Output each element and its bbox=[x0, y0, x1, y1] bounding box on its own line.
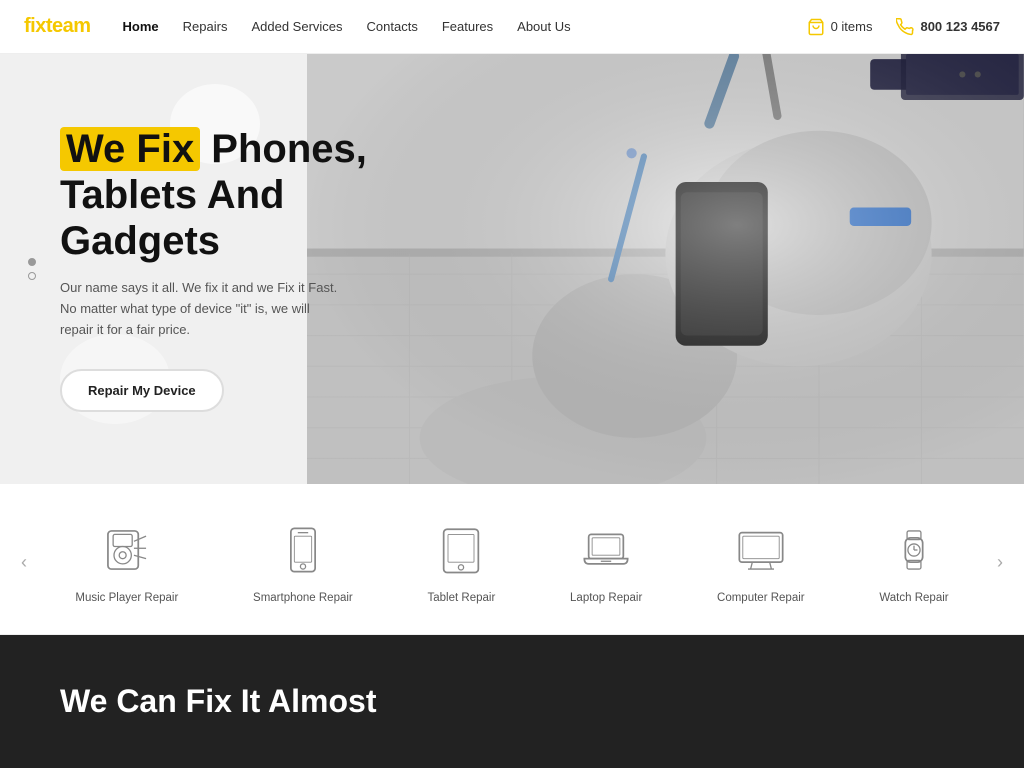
music-player-svg bbox=[101, 524, 153, 576]
nav-link-features[interactable]: Features bbox=[442, 19, 493, 34]
services-list: Music Player Repair Smartphone Repair bbox=[38, 520, 986, 604]
hero-image bbox=[307, 54, 1024, 484]
service-item-computer[interactable]: Computer Repair bbox=[717, 520, 805, 604]
phone-icon bbox=[896, 18, 914, 36]
logo-team: team bbox=[46, 15, 91, 37]
nav-links: Home Repairs Added Services Contacts Fea… bbox=[123, 18, 807, 36]
tablet-icon bbox=[431, 520, 491, 580]
hero-cta-button[interactable]: Repair My Device bbox=[60, 369, 224, 412]
services-section: ‹ Music Player Repair bbox=[0, 484, 1024, 635]
hero-title-line3: Gadgets bbox=[60, 219, 220, 263]
nav-link-about-us[interactable]: About Us bbox=[517, 19, 570, 34]
nav-right: 0 items 800 123 4567 bbox=[807, 18, 1000, 36]
hero-background bbox=[307, 54, 1024, 484]
service-label-watch: Watch Repair bbox=[879, 592, 948, 604]
hero-illustration bbox=[307, 54, 1024, 484]
service-label-computer: Computer Repair bbox=[717, 592, 805, 604]
computer-icon bbox=[731, 520, 791, 580]
laptop-icon bbox=[576, 520, 636, 580]
services-prev-arrow[interactable]: ‹ bbox=[10, 548, 38, 576]
phone-number: 800 123 4567 bbox=[920, 19, 1000, 34]
service-item-watch[interactable]: Watch Repair bbox=[879, 520, 948, 604]
nav-item-added-services[interactable]: Added Services bbox=[251, 18, 342, 36]
hero-content: We Fix Phones, Tablets And Gadgets Our n… bbox=[0, 126, 367, 411]
nav-item-about-us[interactable]: About Us bbox=[517, 18, 570, 36]
dark-section: We Can Fix It Almost bbox=[0, 635, 1024, 768]
hero-title: We Fix Phones, Tablets And Gadgets bbox=[60, 126, 367, 264]
cart-icon bbox=[807, 18, 825, 36]
logo-fix: fix bbox=[24, 15, 46, 37]
logo[interactable]: fixteam bbox=[24, 15, 91, 38]
nav-link-repairs[interactable]: Repairs bbox=[183, 19, 228, 34]
hero-section: We Fix Phones, Tablets And Gadgets Our n… bbox=[0, 54, 1024, 484]
service-item-tablet[interactable]: Tablet Repair bbox=[428, 520, 496, 604]
smartphone-icon bbox=[273, 520, 333, 580]
hero-title-line2: Tablets And bbox=[60, 173, 284, 217]
cart-count: 0 items bbox=[831, 19, 873, 34]
service-label-music-player: Music Player Repair bbox=[75, 592, 178, 604]
service-label-laptop: Laptop Repair bbox=[570, 592, 642, 604]
nav-link-contacts[interactable]: Contacts bbox=[367, 19, 418, 34]
service-item-music-player[interactable]: Music Player Repair bbox=[75, 520, 178, 604]
nav-item-contacts[interactable]: Contacts bbox=[367, 18, 418, 36]
nav-link-added-services[interactable]: Added Services bbox=[251, 19, 342, 34]
services-next-arrow[interactable]: › bbox=[986, 548, 1014, 576]
tablet-svg bbox=[435, 524, 487, 576]
computer-svg bbox=[735, 524, 787, 576]
service-item-laptop[interactable]: Laptop Repair bbox=[570, 520, 642, 604]
laptop-svg bbox=[580, 524, 632, 576]
nav-link-home[interactable]: Home bbox=[123, 19, 159, 34]
navbar: fixteam Home Repairs Added Services Cont… bbox=[0, 0, 1024, 54]
cart-area[interactable]: 0 items bbox=[807, 18, 873, 36]
dark-section-title: We Can Fix It Almost bbox=[60, 683, 376, 720]
phone-area[interactable]: 800 123 4567 bbox=[896, 18, 1000, 36]
hero-title-rest: Phones, bbox=[200, 127, 367, 171]
watch-svg bbox=[888, 524, 940, 576]
service-label-tablet: Tablet Repair bbox=[428, 592, 496, 604]
music-player-icon bbox=[97, 520, 157, 580]
hero-description: Our name says it all. We fix it and we F… bbox=[60, 278, 340, 340]
nav-item-features[interactable]: Features bbox=[442, 18, 493, 36]
service-item-smartphone[interactable]: Smartphone Repair bbox=[253, 520, 353, 604]
service-label-smartphone: Smartphone Repair bbox=[253, 592, 353, 604]
smartphone-svg bbox=[277, 524, 329, 576]
hero-title-highlight: We Fix bbox=[60, 127, 200, 171]
watch-icon bbox=[884, 520, 944, 580]
nav-item-home[interactable]: Home bbox=[123, 18, 159, 36]
services-inner: ‹ Music Player Repair bbox=[0, 520, 1024, 604]
nav-item-repairs[interactable]: Repairs bbox=[183, 18, 228, 36]
